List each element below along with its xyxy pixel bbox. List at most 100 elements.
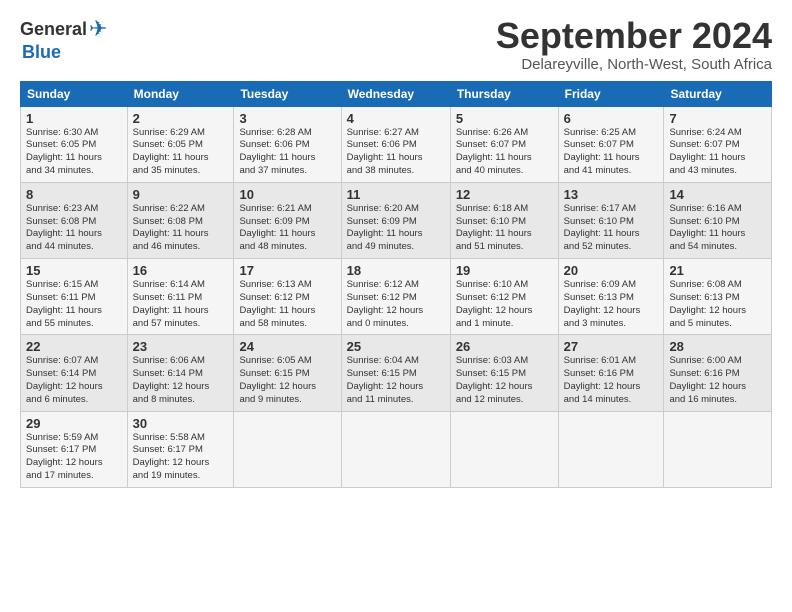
header-friday: Friday [558, 81, 664, 106]
location-subtitle: Delareyville, North-West, South Africa [496, 56, 772, 73]
day-number: 4 [347, 111, 445, 126]
calendar-cell [664, 411, 772, 487]
day-info: Sunrise: 6:29 AM Sunset: 6:05 PM Dayligh… [133, 127, 229, 178]
day-info: Sunrise: 6:08 AM Sunset: 6:13 PM Dayligh… [669, 279, 766, 330]
header-wednesday: Wednesday [341, 81, 450, 106]
day-info: Sunrise: 6:01 AM Sunset: 6:16 PM Dayligh… [564, 355, 659, 406]
day-info: Sunrise: 6:18 AM Sunset: 6:10 PM Dayligh… [456, 203, 553, 254]
day-number: 25 [347, 339, 445, 354]
day-info: Sunrise: 6:04 AM Sunset: 6:15 PM Dayligh… [347, 355, 445, 406]
day-info: Sunrise: 6:00 AM Sunset: 6:16 PM Dayligh… [669, 355, 766, 406]
day-info: Sunrise: 6:10 AM Sunset: 6:12 PM Dayligh… [456, 279, 553, 330]
calendar-cell: 14Sunrise: 6:16 AM Sunset: 6:10 PM Dayli… [664, 182, 772, 258]
calendar-cell [234, 411, 341, 487]
day-number: 22 [26, 339, 122, 354]
header-sunday: Sunday [21, 81, 128, 106]
week-row-2: 15Sunrise: 6:15 AM Sunset: 6:11 PM Dayli… [21, 259, 772, 335]
day-info: Sunrise: 6:13 AM Sunset: 6:12 PM Dayligh… [239, 279, 335, 330]
header-saturday: Saturday [664, 81, 772, 106]
day-info: Sunrise: 6:23 AM Sunset: 6:08 PM Dayligh… [26, 203, 122, 254]
calendar-cell: 27Sunrise: 6:01 AM Sunset: 6:16 PM Dayli… [558, 335, 664, 411]
day-info: Sunrise: 6:12 AM Sunset: 6:12 PM Dayligh… [347, 279, 445, 330]
day-number: 12 [456, 187, 553, 202]
calendar-cell: 3Sunrise: 6:28 AM Sunset: 6:06 PM Daylig… [234, 106, 341, 182]
calendar-table: Sunday Monday Tuesday Wednesday Thursday… [20, 81, 772, 488]
day-number: 23 [133, 339, 229, 354]
day-number: 18 [347, 263, 445, 278]
day-number: 10 [239, 187, 335, 202]
calendar-cell: 1Sunrise: 6:30 AM Sunset: 6:05 PM Daylig… [21, 106, 128, 182]
day-info: Sunrise: 6:30 AM Sunset: 6:05 PM Dayligh… [26, 127, 122, 178]
header-tuesday: Tuesday [234, 81, 341, 106]
day-info: Sunrise: 6:06 AM Sunset: 6:14 PM Dayligh… [133, 355, 229, 406]
day-info: Sunrise: 6:05 AM Sunset: 6:15 PM Dayligh… [239, 355, 335, 406]
day-number: 1 [26, 111, 122, 126]
week-row-0: 1Sunrise: 6:30 AM Sunset: 6:05 PM Daylig… [21, 106, 772, 182]
header: General ✈ Blue September 2024 Delareyvil… [20, 16, 772, 73]
day-number: 14 [669, 187, 766, 202]
logo-general: General [20, 19, 87, 40]
calendar-cell: 4Sunrise: 6:27 AM Sunset: 6:06 PM Daylig… [341, 106, 450, 182]
day-info: Sunrise: 6:27 AM Sunset: 6:06 PM Dayligh… [347, 127, 445, 178]
calendar-cell: 11Sunrise: 6:20 AM Sunset: 6:09 PM Dayli… [341, 182, 450, 258]
day-number: 13 [564, 187, 659, 202]
calendar-cell: 25Sunrise: 6:04 AM Sunset: 6:15 PM Dayli… [341, 335, 450, 411]
day-info: Sunrise: 6:14 AM Sunset: 6:11 PM Dayligh… [133, 279, 229, 330]
day-info: Sunrise: 6:22 AM Sunset: 6:08 PM Dayligh… [133, 203, 229, 254]
calendar-cell [558, 411, 664, 487]
header-thursday: Thursday [450, 81, 558, 106]
day-number: 6 [564, 111, 659, 126]
day-number: 24 [239, 339, 335, 354]
day-number: 5 [456, 111, 553, 126]
day-number: 28 [669, 339, 766, 354]
day-info: Sunrise: 6:16 AM Sunset: 6:10 PM Dayligh… [669, 203, 766, 254]
calendar-cell: 21Sunrise: 6:08 AM Sunset: 6:13 PM Dayli… [664, 259, 772, 335]
day-number: 17 [239, 263, 335, 278]
calendar-cell: 28Sunrise: 6:00 AM Sunset: 6:16 PM Dayli… [664, 335, 772, 411]
header-monday: Monday [127, 81, 234, 106]
day-number: 3 [239, 111, 335, 126]
calendar-cell: 15Sunrise: 6:15 AM Sunset: 6:11 PM Dayli… [21, 259, 128, 335]
calendar-cell: 10Sunrise: 6:21 AM Sunset: 6:09 PM Dayli… [234, 182, 341, 258]
week-row-3: 22Sunrise: 6:07 AM Sunset: 6:14 PM Dayli… [21, 335, 772, 411]
calendar-cell [450, 411, 558, 487]
logo: General ✈ Blue [20, 16, 107, 63]
day-info: Sunrise: 6:03 AM Sunset: 6:15 PM Dayligh… [456, 355, 553, 406]
calendar-cell: 17Sunrise: 6:13 AM Sunset: 6:12 PM Dayli… [234, 259, 341, 335]
day-number: 29 [26, 416, 122, 431]
day-number: 7 [669, 111, 766, 126]
day-number: 27 [564, 339, 659, 354]
header-row: Sunday Monday Tuesday Wednesday Thursday… [21, 81, 772, 106]
week-row-1: 8Sunrise: 6:23 AM Sunset: 6:08 PM Daylig… [21, 182, 772, 258]
week-row-4: 29Sunrise: 5:59 AM Sunset: 6:17 PM Dayli… [21, 411, 772, 487]
calendar-cell: 20Sunrise: 6:09 AM Sunset: 6:13 PM Dayli… [558, 259, 664, 335]
calendar-cell: 29Sunrise: 5:59 AM Sunset: 6:17 PM Dayli… [21, 411, 128, 487]
calendar-cell: 7Sunrise: 6:24 AM Sunset: 6:07 PM Daylig… [664, 106, 772, 182]
day-number: 11 [347, 187, 445, 202]
title-block: September 2024 Delareyville, North-West,… [496, 16, 772, 73]
day-info: Sunrise: 6:21 AM Sunset: 6:09 PM Dayligh… [239, 203, 335, 254]
calendar-cell: 8Sunrise: 6:23 AM Sunset: 6:08 PM Daylig… [21, 182, 128, 258]
day-number: 19 [456, 263, 553, 278]
calendar-cell [341, 411, 450, 487]
calendar-cell: 30Sunrise: 5:58 AM Sunset: 6:17 PM Dayli… [127, 411, 234, 487]
calendar-cell: 16Sunrise: 6:14 AM Sunset: 6:11 PM Dayli… [127, 259, 234, 335]
calendar-cell: 6Sunrise: 6:25 AM Sunset: 6:07 PM Daylig… [558, 106, 664, 182]
calendar-cell: 2Sunrise: 6:29 AM Sunset: 6:05 PM Daylig… [127, 106, 234, 182]
day-info: Sunrise: 6:25 AM Sunset: 6:07 PM Dayligh… [564, 127, 659, 178]
calendar-cell: 13Sunrise: 6:17 AM Sunset: 6:10 PM Dayli… [558, 182, 664, 258]
day-info: Sunrise: 6:17 AM Sunset: 6:10 PM Dayligh… [564, 203, 659, 254]
calendar-cell: 23Sunrise: 6:06 AM Sunset: 6:14 PM Dayli… [127, 335, 234, 411]
day-info: Sunrise: 6:15 AM Sunset: 6:11 PM Dayligh… [26, 279, 122, 330]
day-info: Sunrise: 5:58 AM Sunset: 6:17 PM Dayligh… [133, 432, 229, 483]
day-info: Sunrise: 6:24 AM Sunset: 6:07 PM Dayligh… [669, 127, 766, 178]
logo-blue: Blue [22, 42, 61, 63]
day-number: 21 [669, 263, 766, 278]
calendar-cell: 24Sunrise: 6:05 AM Sunset: 6:15 PM Dayli… [234, 335, 341, 411]
day-number: 2 [133, 111, 229, 126]
page: General ✈ Blue September 2024 Delareyvil… [0, 0, 792, 498]
logo-bird-icon: ✈ [89, 16, 107, 42]
day-info: Sunrise: 5:59 AM Sunset: 6:17 PM Dayligh… [26, 432, 122, 483]
day-number: 20 [564, 263, 659, 278]
day-info: Sunrise: 6:26 AM Sunset: 6:07 PM Dayligh… [456, 127, 553, 178]
